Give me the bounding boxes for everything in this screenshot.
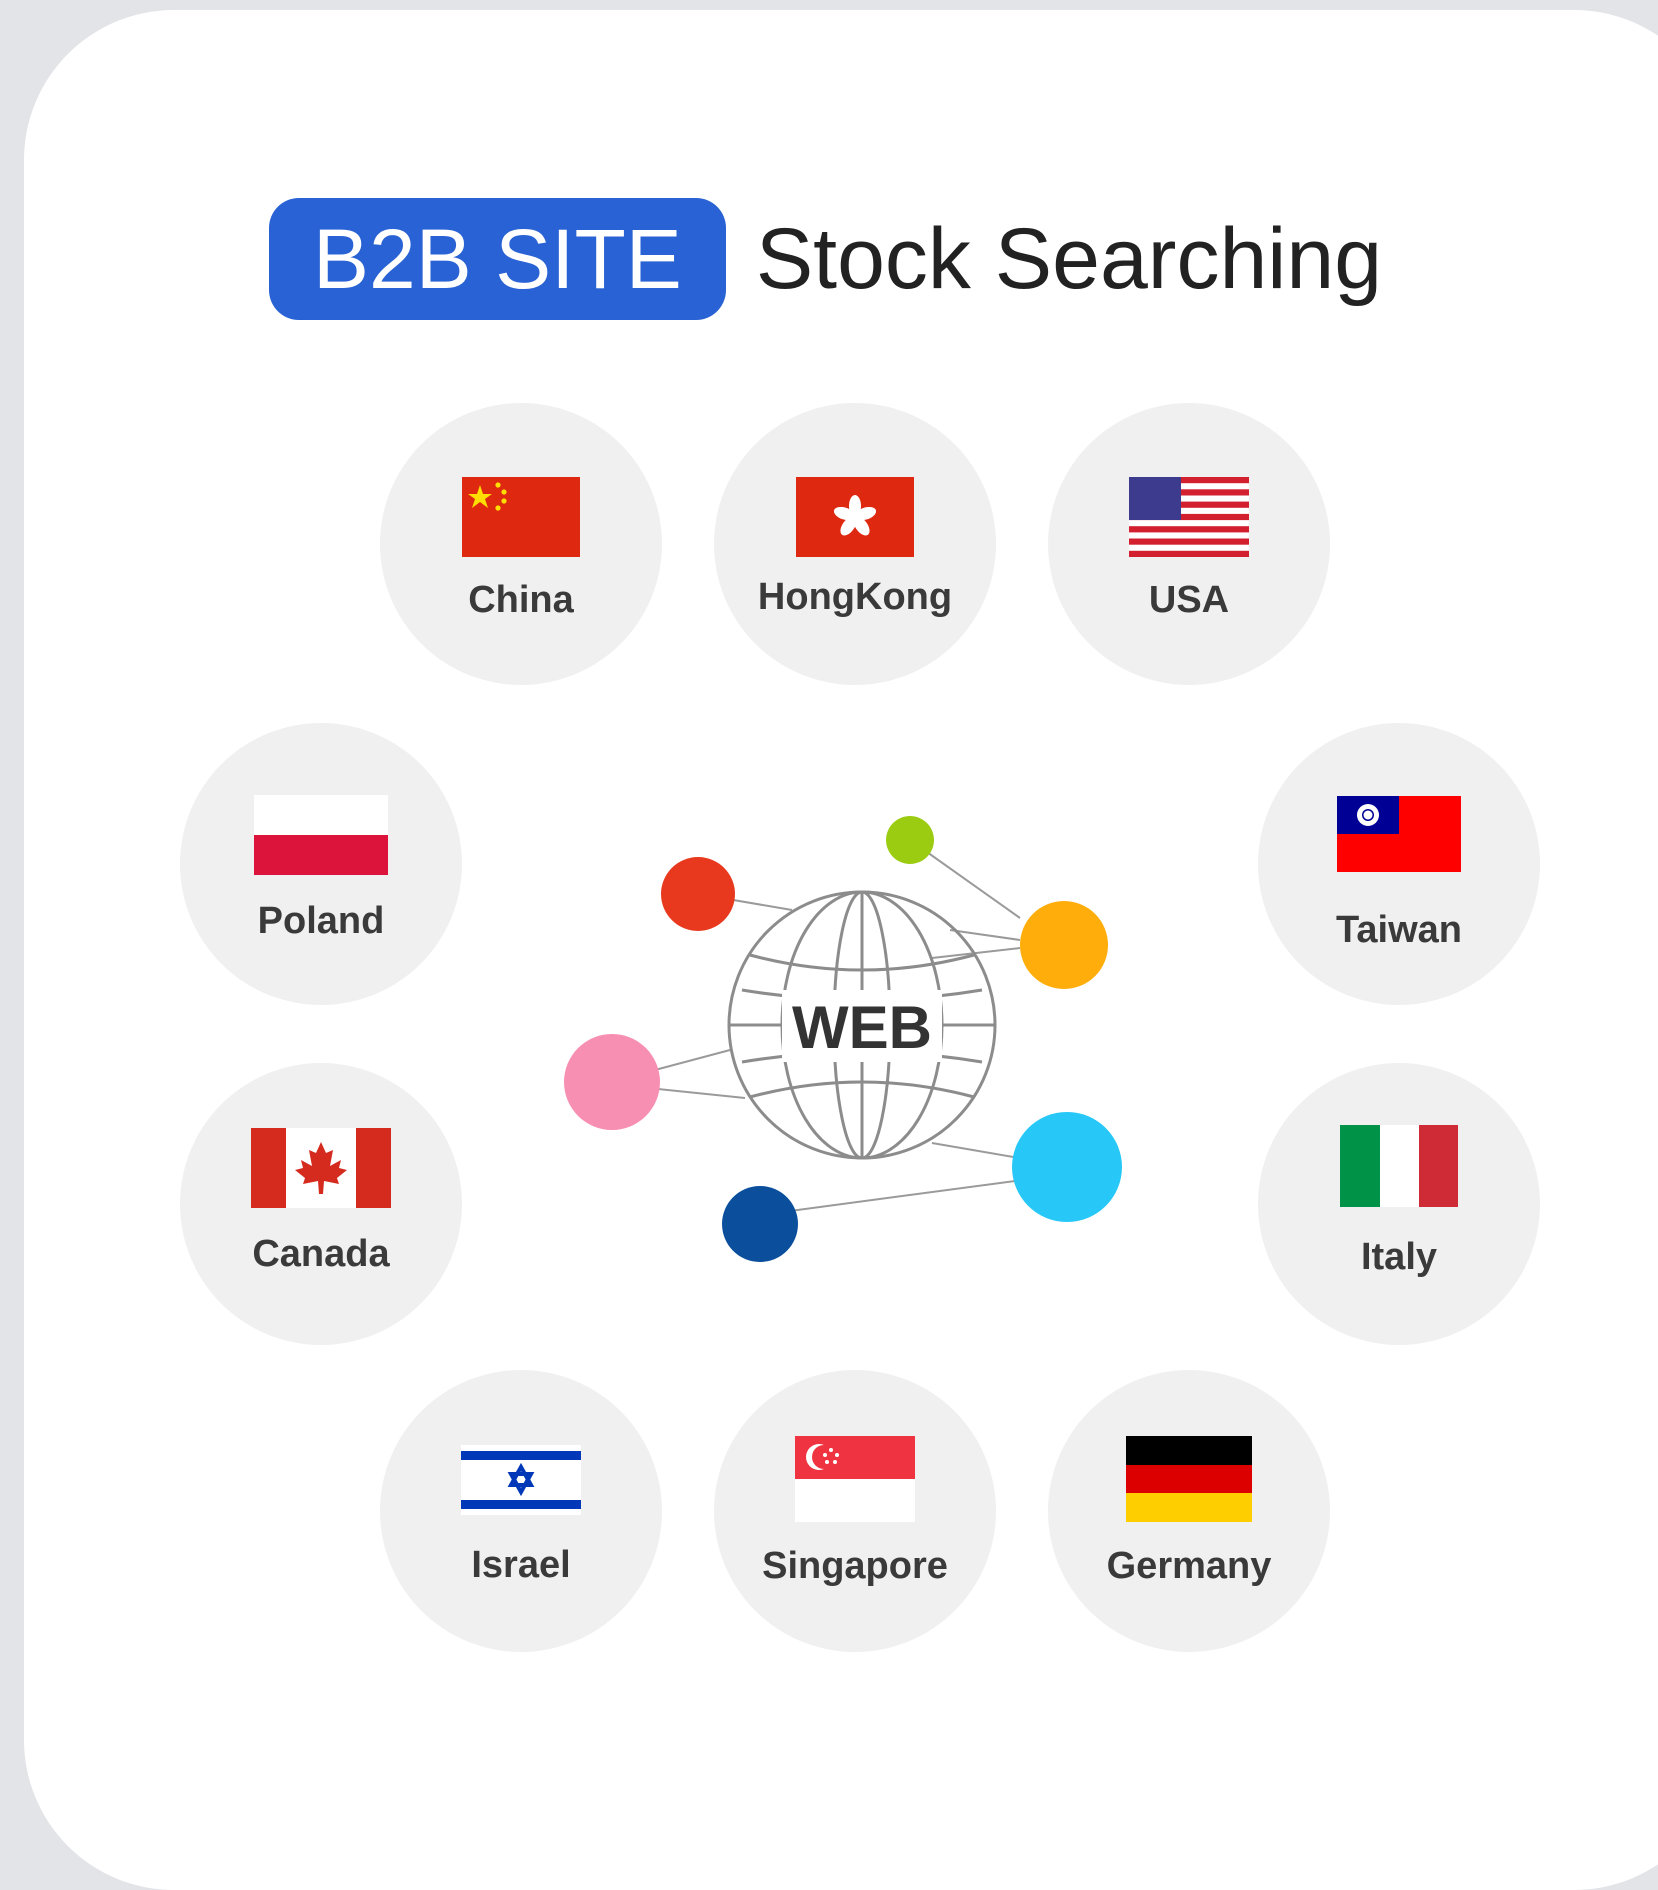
country-germany[interactable]: Germany: [1048, 1370, 1330, 1652]
country-hongkong[interactable]: HongKong: [714, 403, 996, 685]
israel-flag-icon: [461, 1445, 581, 1515]
italy-flag-icon: [1340, 1125, 1458, 1207]
country-china[interactable]: China: [380, 403, 662, 685]
country-label: Italy: [1360, 1236, 1438, 1278]
china-flag-icon: [462, 477, 580, 557]
country-label: Singapore: [762, 1545, 948, 1587]
country-israel[interactable]: Israel: [380, 1370, 662, 1652]
germany-flag-icon: [1126, 1436, 1252, 1522]
country-label: USA: [1148, 579, 1230, 621]
web-network-graphic: WEB: [564, 816, 1122, 1262]
network-node-navy: [722, 1186, 798, 1262]
web-label: WEB: [792, 994, 932, 1061]
country-singapore[interactable]: Singapore: [714, 1370, 996, 1652]
country-canada[interactable]: Canada: [180, 1063, 462, 1345]
usa-flag-icon: [1129, 477, 1249, 557]
country-usa[interactable]: USA: [1048, 403, 1330, 685]
country-taiwan[interactable]: Taiwan: [1258, 723, 1540, 1005]
country-label: Canada: [252, 1233, 390, 1275]
network-node-red: [661, 857, 735, 931]
network-node-orange: [1020, 901, 1108, 989]
country-label: HongKong: [757, 576, 953, 618]
page-header: B2B SITE Stock Searching: [269, 198, 1382, 320]
country-poland[interactable]: Poland: [180, 723, 462, 1005]
country-label: Israel: [471, 1544, 571, 1586]
network-node-green: [886, 816, 934, 864]
page-title: Stock Searching: [755, 210, 1383, 307]
country-label: China: [468, 579, 574, 621]
singapore-flag-icon: [795, 1436, 915, 1522]
country-label: Germany: [1106, 1545, 1272, 1587]
canada-flag-icon: [251, 1128, 391, 1208]
hongkong-flag-icon: [796, 477, 914, 557]
taiwan-flag-icon: [1337, 796, 1461, 872]
country-label: Poland: [257, 900, 385, 942]
poland-flag-icon: [254, 795, 388, 875]
country-italy[interactable]: Italy: [1258, 1063, 1540, 1345]
network-node-pink: [564, 1034, 660, 1130]
country-label: Taiwan: [1336, 909, 1462, 951]
b2b-site-badge: B2B SITE: [269, 198, 726, 320]
network-node-cyan: [1012, 1112, 1122, 1222]
